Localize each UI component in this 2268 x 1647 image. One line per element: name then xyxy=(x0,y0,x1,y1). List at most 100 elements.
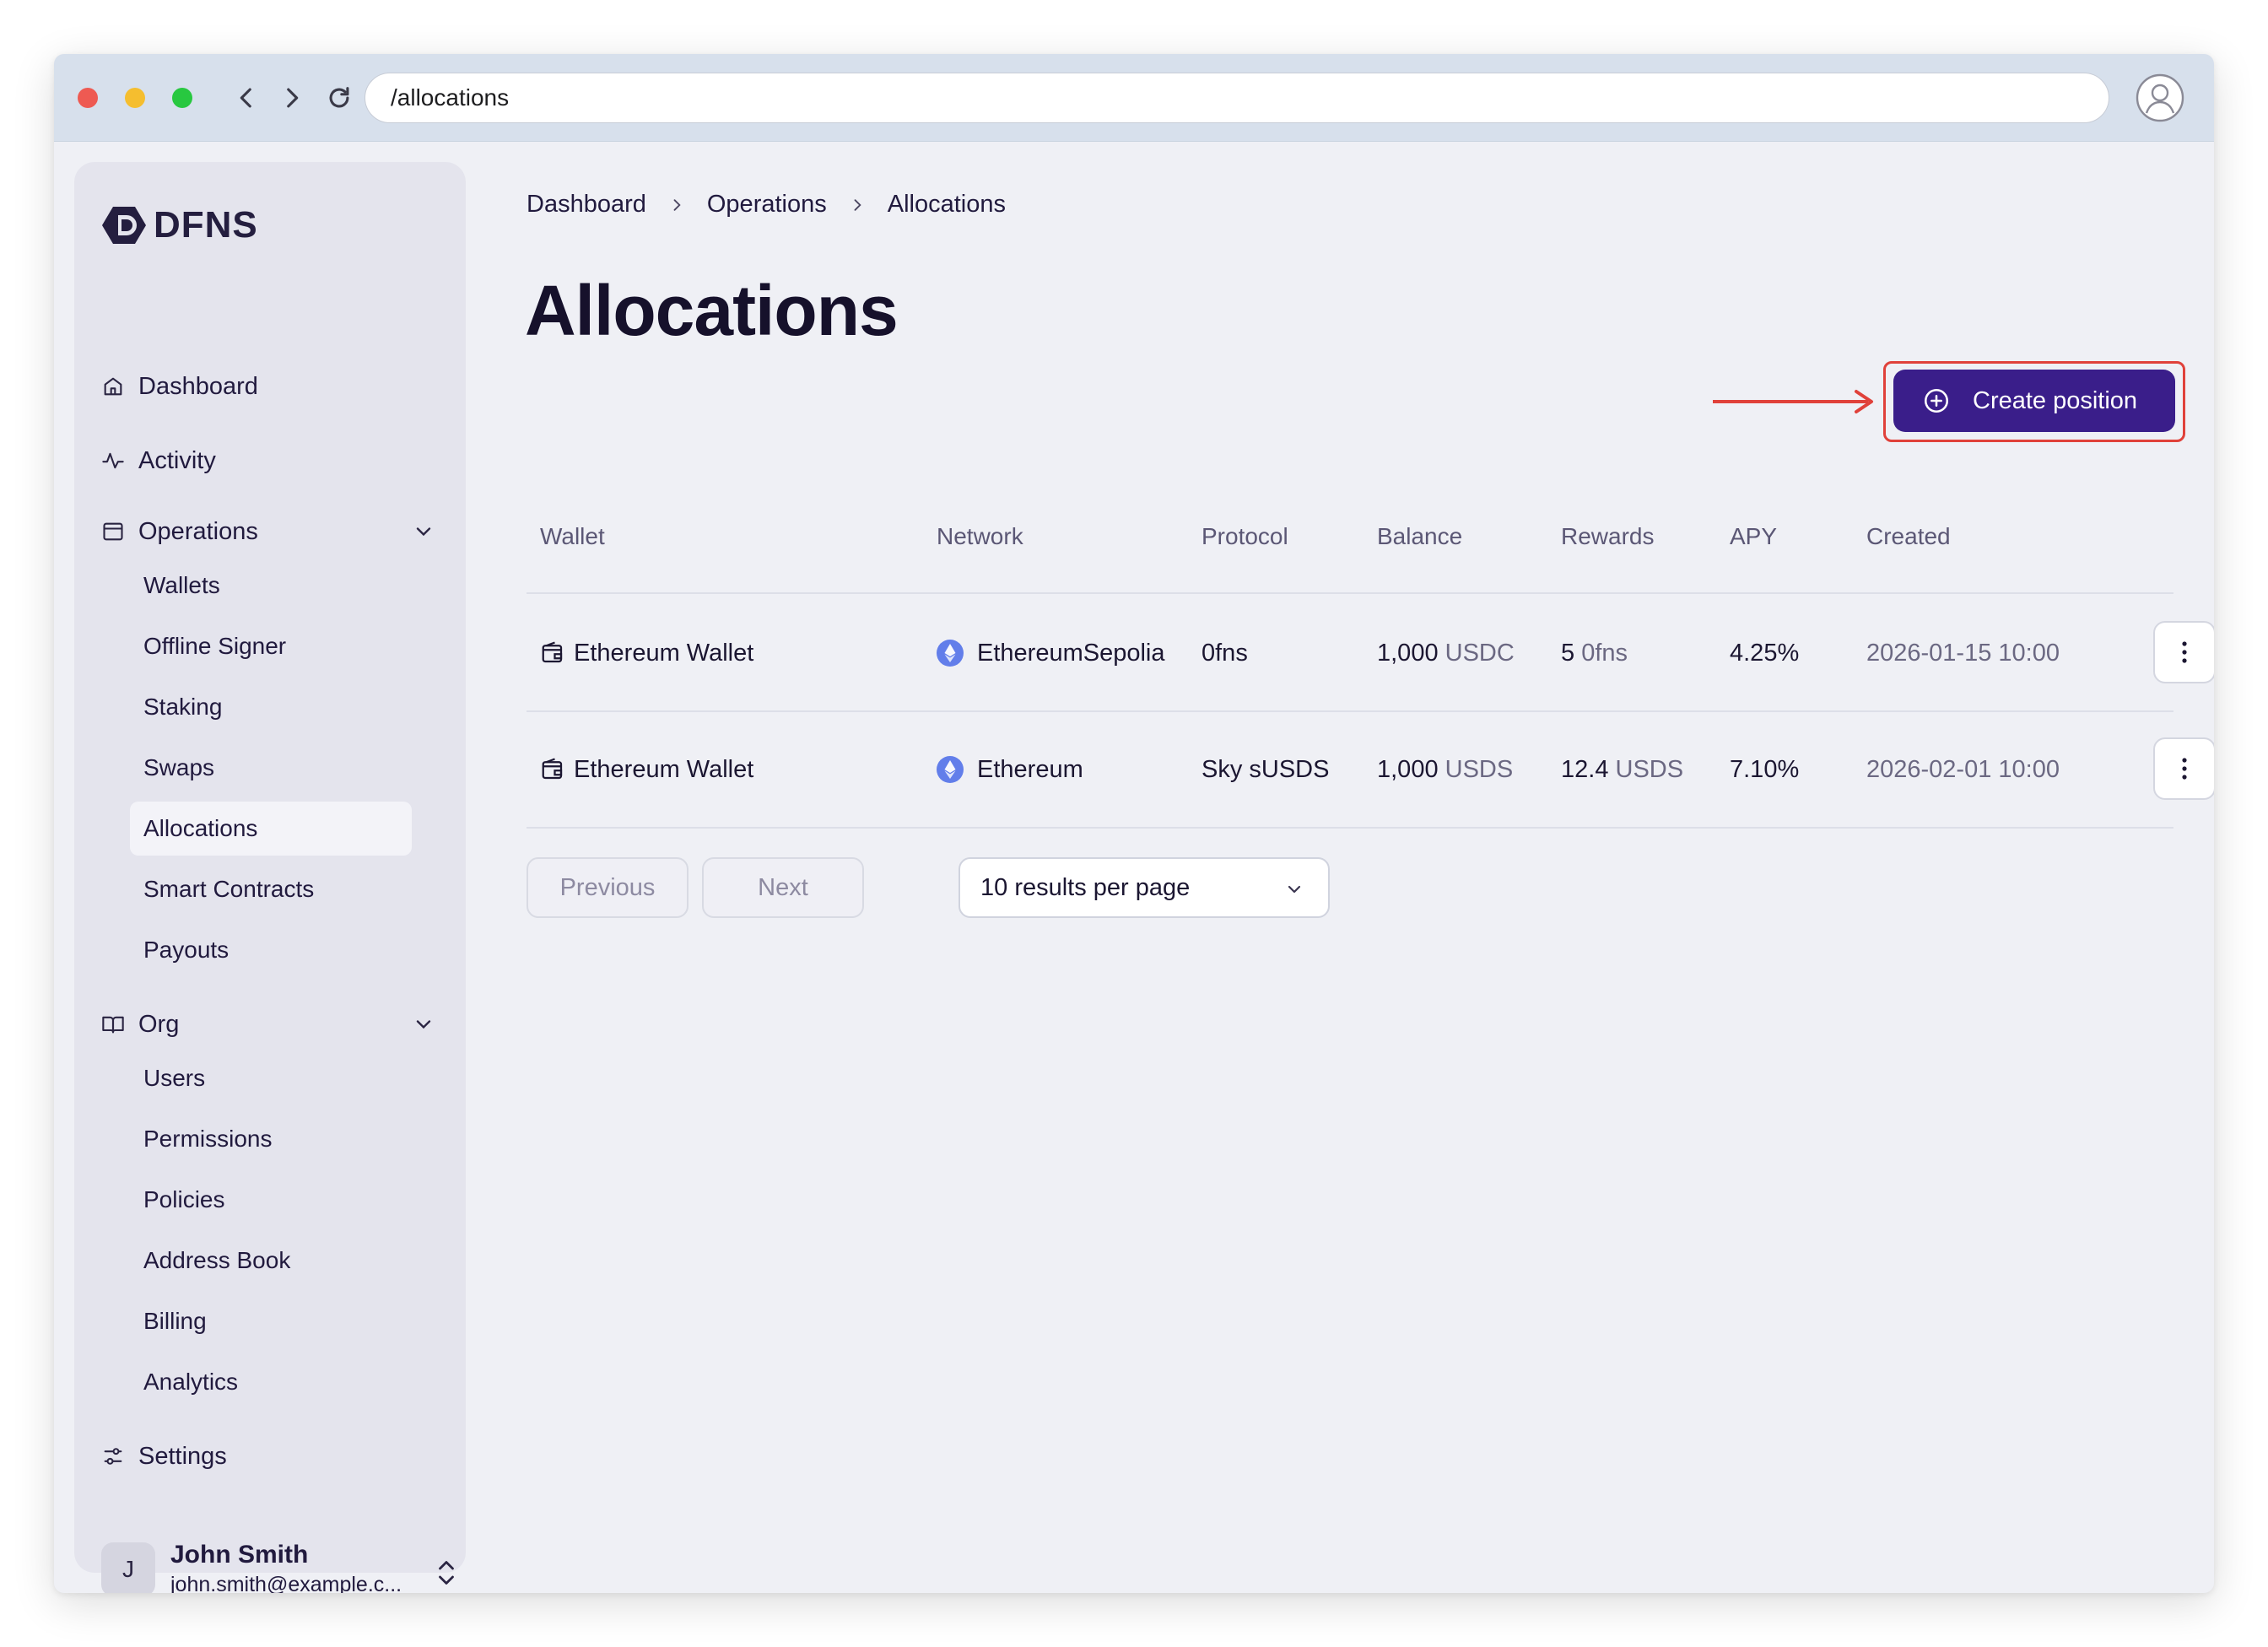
breadcrumb-item-dashboard[interactable]: Dashboard xyxy=(526,191,646,219)
column-header-wallet: Wallet xyxy=(540,523,605,549)
column-header-apy: APY xyxy=(1730,523,1778,549)
sidebar-item-swaps[interactable]: Swaps xyxy=(130,741,412,795)
wallet-name: Ethereum Wallet xyxy=(574,639,754,667)
plus-circle-icon xyxy=(1924,388,1949,413)
sidebar-item-org[interactable]: Org xyxy=(101,1001,179,1048)
sidebar-item-label: Dashboard xyxy=(138,372,258,400)
results-per-page-select[interactable]: 10 results per page xyxy=(958,857,1330,918)
sidebar-item-settings[interactable]: Settings xyxy=(101,1433,227,1480)
create-position-button[interactable]: Create position xyxy=(1893,370,2175,432)
page-title: Allocations xyxy=(525,271,899,350)
previous-page-button[interactable]: Previous xyxy=(526,857,688,918)
breadcrumb-item-allocations[interactable]: Allocations xyxy=(888,191,1006,219)
sidebar-item-label: Payouts xyxy=(143,937,230,963)
back-icon[interactable] xyxy=(230,81,263,115)
sidebar-item-billing[interactable]: Billing xyxy=(130,1294,412,1348)
sidebar-item-label: Swaps xyxy=(143,754,215,780)
rewards-cell: 5 0fns xyxy=(1561,636,1628,670)
wallet-icon xyxy=(542,758,563,780)
chevron-down-icon[interactable] xyxy=(412,1012,435,1036)
avatar: J xyxy=(101,1542,155,1593)
sidebar-item-label: Policies xyxy=(143,1186,225,1212)
sidebar-item-staking[interactable]: Staking xyxy=(130,680,412,734)
column-header-network: Network xyxy=(937,523,1023,549)
row-actions-button[interactable] xyxy=(2153,737,2214,800)
balance-unit: USDC xyxy=(1444,639,1515,667)
sidebar-item-analytics[interactable]: Analytics xyxy=(130,1355,412,1409)
user-name: John Smith xyxy=(170,1541,309,1569)
sidebar-item-label: Users xyxy=(143,1065,206,1091)
sidebar-item-permissions[interactable]: Permissions xyxy=(130,1112,412,1166)
sidebar-item-label: Permissions xyxy=(143,1126,273,1152)
created-cell: 2026-02-01 10:00 xyxy=(1866,755,2060,783)
sidebar-item-wallets[interactable]: Wallets xyxy=(130,559,412,613)
sidebar-item-label: Wallets xyxy=(143,572,220,598)
reload-icon[interactable] xyxy=(322,81,356,115)
wallet-cell: Ethereum Wallet xyxy=(540,753,753,786)
user-email: john.smith@example.c... xyxy=(170,1573,402,1593)
rewards-unit: 0fns xyxy=(1581,639,1628,667)
sidebar-item-activity[interactable]: Activity xyxy=(101,437,216,484)
table-divider xyxy=(526,827,2174,829)
column-header-protocol: Protocol xyxy=(1202,523,1288,549)
brand-name: DFNS xyxy=(154,204,258,246)
breadcrumb-item-operations[interactable]: Operations xyxy=(707,191,827,219)
chevron-down-icon[interactable] xyxy=(412,520,435,543)
balance-amount: 1,000 xyxy=(1377,755,1439,783)
chevron-right-icon xyxy=(673,198,681,211)
sidebar: DFNS Dashboard Activity Operations Walle… xyxy=(74,162,466,1593)
create-position-label: Create position xyxy=(1973,386,2138,414)
apy-cell: 7.10% xyxy=(1730,755,1800,783)
chevron-right-icon xyxy=(854,198,861,211)
maximize-window-button[interactable] xyxy=(172,88,192,108)
table-divider xyxy=(526,710,2174,712)
sidebar-item-policies[interactable]: Policies xyxy=(130,1173,412,1227)
network-name: Ethereum xyxy=(977,755,1083,783)
chevron-up-down-icon[interactable] xyxy=(434,1558,459,1588)
minimize-window-button[interactable] xyxy=(125,88,145,108)
sidebar-item-offline-signer[interactable]: Offline Signer xyxy=(130,619,412,673)
row-actions-button[interactable] xyxy=(2153,621,2214,683)
sidebar-item-users[interactable]: Users xyxy=(130,1051,412,1105)
sidebar-item-label: Analytics xyxy=(143,1369,239,1395)
balance-cell: 1,000 USDS xyxy=(1377,753,1513,786)
forward-icon[interactable] xyxy=(275,81,309,115)
operations-icon xyxy=(101,519,127,544)
column-header-created: Created xyxy=(1866,523,1951,549)
rewards-amount: 5 xyxy=(1561,639,1575,667)
rewards-cell: 12.4 USDS xyxy=(1561,753,1683,786)
ethereum-icon xyxy=(937,756,964,783)
table-divider xyxy=(526,592,2174,594)
sidebar-item-smart-contracts[interactable]: Smart Contracts xyxy=(130,862,412,916)
more-vertical-icon xyxy=(2182,758,2187,780)
sidebar-item-label: Staking xyxy=(143,694,223,720)
sidebar-item-operations[interactable]: Operations xyxy=(101,508,258,555)
sidebar-item-label: Billing xyxy=(143,1308,207,1334)
sidebar-item-label: Settings xyxy=(138,1442,227,1470)
profile-icon[interactable] xyxy=(2135,73,2185,123)
apy-cell: 4.25% xyxy=(1730,639,1800,667)
sidebar-item-allocations[interactable]: Allocations xyxy=(130,802,412,856)
settings-sliders-icon xyxy=(101,1444,127,1469)
breadcrumb: Dashboard Operations Allocations xyxy=(526,191,1006,219)
rewards-unit: USDS xyxy=(1615,755,1684,783)
sidebar-item-label: Offline Signer xyxy=(143,633,287,659)
browser-window: /allocations DFNS Dashboard Activity Ope… xyxy=(54,54,2214,1593)
dfns-logo[interactable]: DFNS xyxy=(101,204,258,246)
close-window-button[interactable] xyxy=(78,88,98,108)
network-cell: Ethereum xyxy=(937,753,1083,786)
protocol-cell: 0fns xyxy=(1202,639,1248,667)
sidebar-item-address-book[interactable]: Address Book xyxy=(130,1234,412,1288)
sidebar-item-dashboard[interactable]: Dashboard xyxy=(101,363,258,410)
browser-titlebar: /allocations xyxy=(54,54,2214,142)
wallet-name: Ethereum Wallet xyxy=(574,755,754,783)
sidebar-item-label: Address Book xyxy=(143,1247,291,1273)
next-page-button[interactable]: Next xyxy=(702,857,864,918)
annotation-arrow xyxy=(1713,390,1873,413)
address-bar-url: /allocations xyxy=(391,84,510,111)
address-bar[interactable]: /allocations xyxy=(364,73,2109,123)
protocol-cell: Sky sUSDS xyxy=(1202,755,1330,783)
sidebar-item-payouts[interactable]: Payouts xyxy=(130,923,412,977)
book-icon xyxy=(101,1012,127,1037)
network-cell: EthereumSepolia xyxy=(937,636,1164,670)
